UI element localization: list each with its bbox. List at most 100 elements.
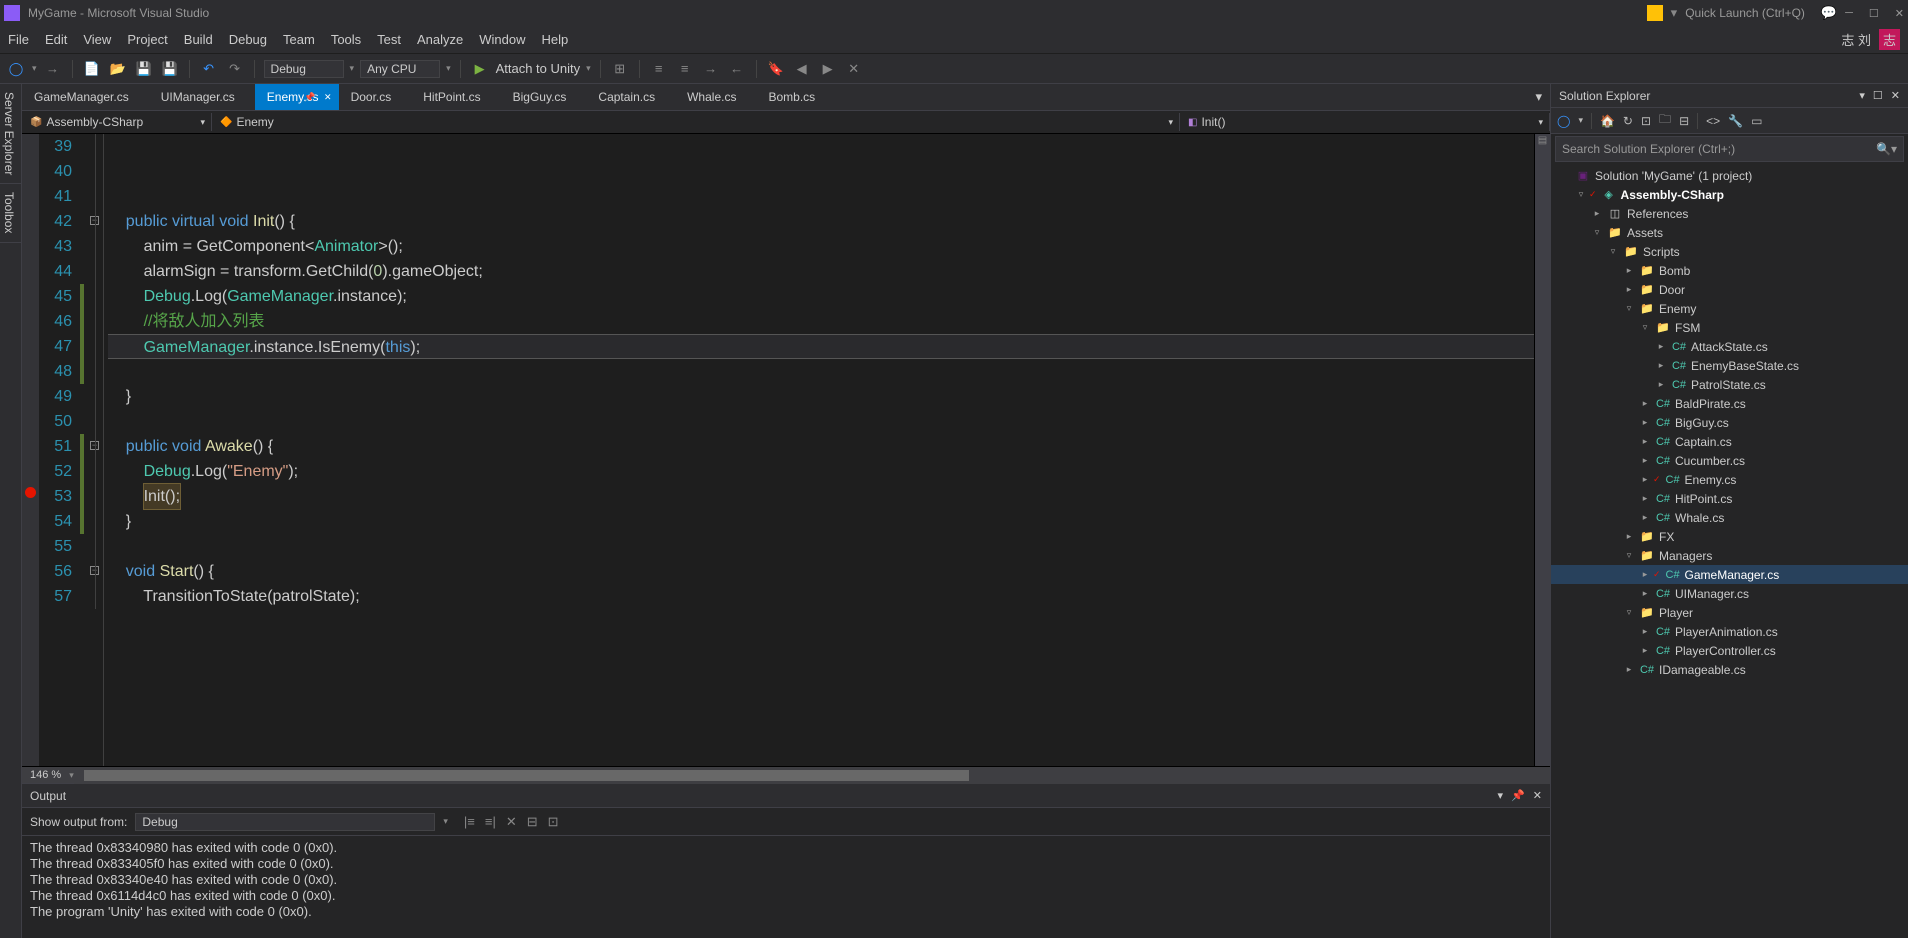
indent-icon[interactable]: → (701, 59, 721, 79)
file-tab[interactable]: GameManager.cs (22, 84, 149, 110)
code-line[interactable]: Debug.Log("Enemy"); (108, 459, 1534, 484)
tree-expand-icon[interactable]: ▸ (1639, 626, 1651, 637)
code-line[interactable]: GameManager.instance.IsEnemy(this); (108, 334, 1534, 359)
tree-item[interactable]: ▸C#UIManager.cs (1551, 584, 1908, 603)
tree-expand-icon[interactable]: ▿ (1623, 303, 1635, 314)
tree-item[interactable]: ▿✓◈Assembly-CSharp (1551, 185, 1908, 204)
file-tab[interactable]: Captain.cs (586, 84, 675, 110)
tree-expand-icon[interactable]: ▸ (1623, 531, 1635, 542)
tree-expand-icon[interactable]: ▿ (1623, 550, 1635, 561)
comment-icon[interactable]: ≡ (649, 59, 669, 79)
output-clear-icon[interactable]: ✕ (506, 814, 517, 830)
code-line[interactable]: //将敌人加入列表 (108, 309, 1534, 334)
tree-expand-icon[interactable]: ▸ (1623, 265, 1635, 276)
overview-ruler[interactable]: ▤ (1534, 134, 1550, 766)
bookmark-clear-icon[interactable]: ✕ (844, 59, 864, 79)
code-line[interactable] (108, 534, 1534, 559)
explorer-refresh-icon[interactable]: 🗀 (1659, 110, 1671, 131)
tree-item[interactable]: ▸C#Whale.cs (1551, 508, 1908, 527)
explorer-sync-icon[interactable]: ↻ (1623, 114, 1633, 128)
split-editor-icon[interactable]: ▤ (1535, 134, 1550, 148)
menu-analyze[interactable]: Analyze (417, 32, 463, 47)
tree-item[interactable]: ▸C#EnemyBaseState.cs (1551, 356, 1908, 375)
menu-edit[interactable]: Edit (45, 32, 67, 47)
toolbox-tab[interactable]: Toolbox (0, 184, 21, 242)
explorer-collapse-icon[interactable]: ⊟ (1679, 114, 1689, 128)
tree-expand-icon[interactable]: ▸ (1655, 341, 1667, 352)
file-tab[interactable]: Door.cs (339, 84, 412, 110)
file-tab[interactable]: BigGuy.cs (501, 84, 587, 110)
tree-item[interactable]: ▸C#PlayerAnimation.cs (1551, 622, 1908, 641)
tree-item[interactable]: ▸C#BaldPirate.cs (1551, 394, 1908, 413)
code-line[interactable] (108, 134, 1534, 159)
file-tab[interactable]: Whale.cs (675, 84, 756, 110)
output-find-icon[interactable]: |≡ (464, 814, 475, 830)
tree-item[interactable]: ▸C#AttackState.cs (1551, 337, 1908, 356)
panel-dropdown-icon[interactable]: ▾ (1498, 789, 1504, 802)
tree-item[interactable]: ▿📁Player (1551, 603, 1908, 622)
close-button[interactable]: ✕ (1895, 7, 1904, 20)
user-avatar-badge[interactable]: 志 (1879, 29, 1900, 50)
tree-expand-icon[interactable]: ▸ (1639, 474, 1651, 485)
tree-expand-icon[interactable]: ▸ (1639, 512, 1651, 523)
tree-item[interactable]: ▿📁Scripts (1551, 242, 1908, 261)
file-tab[interactable]: Enemy.cs (255, 84, 339, 110)
code-line[interactable]: TransitionToState(patrolState); (108, 584, 1534, 609)
file-tab[interactable]: UIManager.cs (149, 84, 255, 110)
code-line[interactable]: anim = GetComponent<Animator>(); (108, 234, 1534, 259)
redo-icon[interactable]: ↷ (225, 59, 245, 79)
feedback-icon[interactable]: 💬 (1821, 5, 1837, 21)
tree-expand-icon[interactable]: ▸ (1639, 588, 1651, 599)
panel-close-icon[interactable]: ✕ (1533, 789, 1542, 802)
tabs-overflow-icon[interactable]: ▾ (1527, 89, 1550, 105)
explorer-search[interactable]: Search Solution Explorer (Ctrl+;) 🔍▾ (1555, 136, 1904, 162)
bookmark-next-icon[interactable]: ▶ (818, 59, 838, 79)
code-editor[interactable]: 39404142434445464748495051525354555657 −… (22, 134, 1550, 766)
save-icon[interactable]: 💾 (134, 59, 154, 79)
tree-item[interactable]: ▸📁Door (1551, 280, 1908, 299)
minimize-button[interactable]: ─ (1845, 7, 1853, 20)
notification-flag-icon[interactable] (1647, 5, 1663, 21)
platform-combo[interactable]: Any CPU (360, 60, 440, 78)
explorer-properties-icon[interactable]: 🔧 (1728, 114, 1743, 128)
code-line[interactable]: Init(); (108, 484, 1534, 509)
tree-expand-icon[interactable]: ▸ (1639, 493, 1651, 504)
tree-expand-icon[interactable]: ▸ (1639, 436, 1651, 447)
horizontal-scrollbar[interactable] (74, 767, 1550, 784)
nav-class-combo[interactable]: 🔶 Enemy (212, 113, 1180, 131)
menu-view[interactable]: View (83, 32, 111, 47)
tree-item[interactable]: ▸✓C#GameManager.cs (1551, 565, 1908, 584)
maximize-button[interactable]: ☐ (1869, 7, 1879, 20)
config-combo[interactable]: Debug (264, 60, 344, 78)
tree-item[interactable]: ▿📁FSM (1551, 318, 1908, 337)
tree-item[interactable]: ▸C#PatrolState.cs (1551, 375, 1908, 394)
tree-expand-icon[interactable]: ▸ (1639, 569, 1651, 580)
menu-project[interactable]: Project (127, 32, 167, 47)
tree-expand-icon[interactable]: ▸ (1623, 664, 1635, 675)
explorer-code-icon[interactable]: <> (1706, 114, 1720, 128)
output-toggle-icon[interactable]: ⊡ (548, 814, 559, 830)
code-line[interactable]: } (108, 384, 1534, 409)
explorer-close-icon[interactable]: ✕ (1891, 89, 1900, 102)
nav-back-button[interactable]: ◯ (6, 59, 26, 79)
uncomment-icon[interactable]: ≡ (675, 59, 695, 79)
tree-item[interactable]: ▿📁Enemy (1551, 299, 1908, 318)
outdent-icon[interactable]: ← (727, 59, 747, 79)
tree-expand-icon[interactable]: ▿ (1639, 322, 1651, 333)
menu-help[interactable]: Help (542, 32, 569, 47)
code-line[interactable]: alarmSign = transform.GetChild(0).gameOb… (108, 259, 1534, 284)
attach-unity-label[interactable]: Attach to Unity (496, 61, 581, 76)
tool-icon-1[interactable]: ⊞ (610, 59, 630, 79)
code-line[interactable] (108, 409, 1534, 434)
nav-dropdown[interactable]: ▾ (32, 63, 37, 74)
user-name[interactable]: 志 刘 (1841, 30, 1871, 49)
explorer-preview-icon[interactable]: ▭ (1751, 114, 1762, 128)
tree-item[interactable]: ▸✓C#Enemy.cs (1551, 470, 1908, 489)
tree-item[interactable]: ▸C#Cucumber.cs (1551, 451, 1908, 470)
explorer-home-icon[interactable]: 🏠 (1600, 114, 1615, 128)
bookmark-prev-icon[interactable]: ◀ (792, 59, 812, 79)
file-tab[interactable]: HitPoint.cs (411, 84, 500, 110)
explorer-showall-icon[interactable]: ⊡ (1641, 114, 1651, 128)
explorer-dropdown-icon[interactable]: ▾ (1859, 89, 1865, 102)
undo-icon[interactable]: ↶ (199, 59, 219, 79)
